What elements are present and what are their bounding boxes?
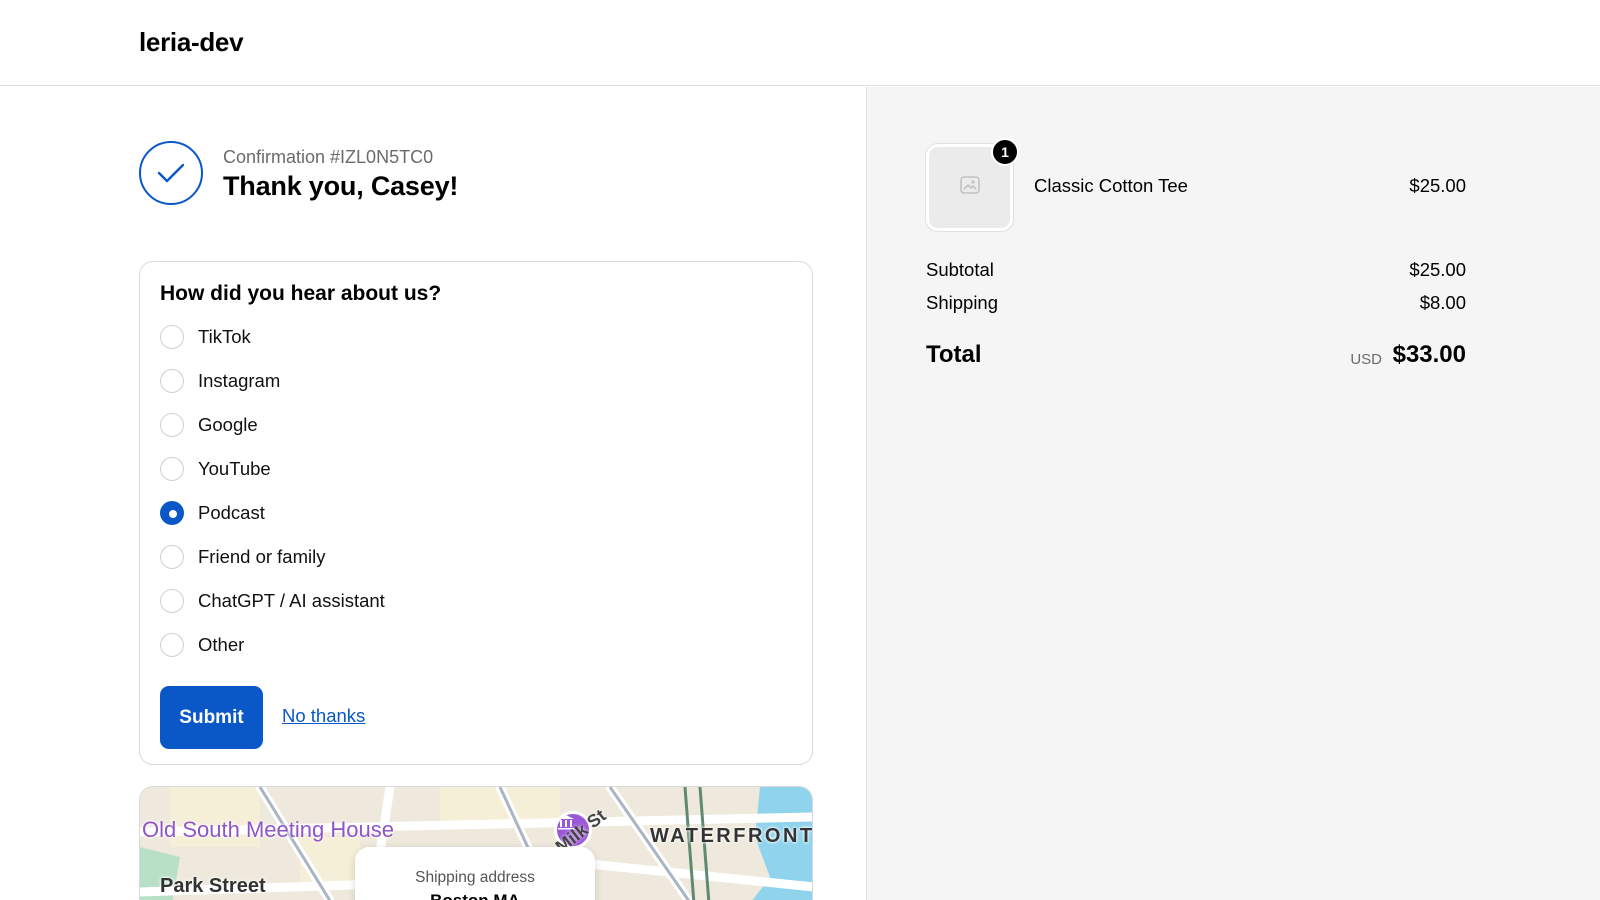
subtotal-value: $25.00 bbox=[1409, 259, 1466, 280]
page-title: Thank you, Casey! bbox=[223, 171, 459, 201]
option-label: Friend or family bbox=[198, 546, 326, 567]
option-label: ChatGPT / AI assistant bbox=[198, 590, 385, 611]
survey-option-friend-family[interactable]: Friend or family bbox=[160, 542, 325, 572]
radio-button[interactable] bbox=[160, 325, 184, 349]
shipping-address-card: Shipping address Boston MA bbox=[355, 847, 595, 900]
line-item-price: $25.00 bbox=[1409, 175, 1466, 196]
total-currency: USD bbox=[1350, 351, 1382, 368]
survey-option-podcast[interactable]: Podcast bbox=[160, 498, 265, 528]
radio-button[interactable] bbox=[160, 369, 184, 393]
radio-button[interactable] bbox=[160, 633, 184, 657]
subtotal-label: Subtotal bbox=[926, 259, 994, 280]
survey-option-other[interactable]: Other bbox=[160, 630, 244, 660]
no-thanks-link[interactable]: No thanks bbox=[282, 705, 365, 727]
map-station-label: Park Street bbox=[160, 875, 266, 897]
radio-button[interactable] bbox=[160, 413, 184, 437]
map-poi-label: Old South Meeting House bbox=[142, 817, 394, 842]
survey-question: How did you hear about us? bbox=[160, 282, 442, 305]
option-label: Podcast bbox=[198, 502, 265, 523]
line-item-name: Classic Cotton Tee bbox=[1034, 175, 1188, 196]
survey-option-instagram[interactable]: Instagram bbox=[160, 366, 280, 396]
option-label: TikTok bbox=[198, 326, 251, 347]
submit-button[interactable]: Submit bbox=[160, 686, 263, 749]
shipping-map[interactable]: Old South Meeting House Milk St WATERFRO… bbox=[139, 786, 813, 900]
option-label: YouTube bbox=[198, 458, 271, 479]
radio-button[interactable] bbox=[160, 589, 184, 613]
shipping-address-title: Shipping address bbox=[415, 869, 535, 886]
main-column: Confirmation #IZL0N5TC0 Thank you, Casey… bbox=[0, 87, 866, 900]
header-bar: leria-dev bbox=[0, 0, 1600, 86]
option-label: Other bbox=[198, 634, 245, 655]
store-name[interactable]: leria-dev bbox=[139, 27, 244, 58]
radio-button[interactable] bbox=[160, 457, 184, 481]
attribution-survey: How did you hear about us? TikTok Instag… bbox=[139, 261, 813, 765]
image-placeholder-icon bbox=[959, 174, 981, 201]
survey-option-youtube[interactable]: YouTube bbox=[160, 454, 271, 484]
confirmation-number: Confirmation #IZL0N5TC0 bbox=[223, 147, 434, 167]
survey-option-google[interactable]: Google bbox=[160, 410, 258, 440]
shipping-value: $8.00 bbox=[1419, 292, 1466, 313]
option-label: Google bbox=[198, 414, 258, 435]
survey-option-tiktok[interactable]: TikTok bbox=[160, 322, 251, 352]
quantity-badge: 1 bbox=[991, 138, 1019, 166]
map-district-label: WATERFRONT bbox=[650, 825, 813, 847]
total-value: $33.00 bbox=[1392, 341, 1466, 368]
radio-button[interactable] bbox=[160, 545, 184, 569]
shipping-address-city: Boston MA bbox=[355, 891, 595, 900]
total-label: Total bbox=[926, 341, 982, 368]
option-label: Instagram bbox=[198, 370, 281, 391]
survey-option-ai-assistant[interactable]: ChatGPT / AI assistant bbox=[160, 586, 385, 616]
shipping-label: Shipping bbox=[926, 292, 999, 313]
radio-button-selected[interactable] bbox=[160, 501, 184, 525]
checkmark-icon bbox=[139, 141, 203, 205]
